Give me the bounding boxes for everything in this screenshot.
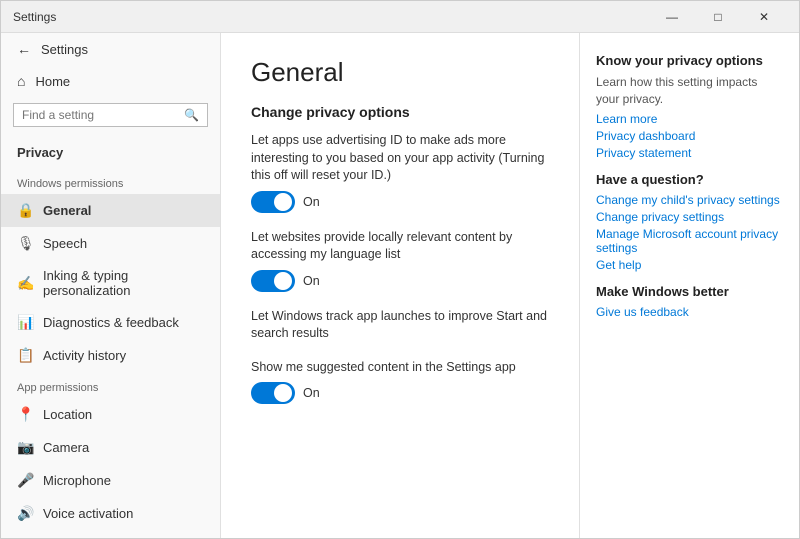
minimize-button[interactable]: — <box>649 1 695 33</box>
rp-question-title: Have a question? <box>596 172 783 187</box>
windows-permissions-label: Windows permissions <box>1 168 220 194</box>
setting-advertising: Let apps use advertising ID to make ads … <box>251 132 549 213</box>
rp-privacy-options-text: Learn how this setting impacts your priv… <box>596 74 783 108</box>
page-title: General <box>251 57 549 88</box>
rp-link-learn-more[interactable]: Learn more <box>596 112 783 126</box>
sidebar-item-camera[interactable]: 📷 Camera <box>1 431 220 464</box>
sidebar: ← Settings ⌂ Home 🔍 Privacy Windows perm… <box>1 33 221 538</box>
home-icon: ⌂ <box>17 73 25 89</box>
toggle-label-language: On <box>303 274 320 288</box>
search-input[interactable] <box>22 108 184 122</box>
back-label: Settings <box>41 42 88 57</box>
rp-link-change-privacy[interactable]: Change privacy settings <box>596 210 783 224</box>
setting-suggested: Show me suggested content in the Setting… <box>251 359 549 405</box>
camera-icon: 📷 <box>17 439 33 456</box>
rp-link-childs-privacy[interactable]: Change my child's privacy settings <box>596 193 783 207</box>
speech-icon: 🎙 <box>17 235 33 252</box>
setting-language: Let websites provide locally relevant co… <box>251 229 549 292</box>
main-content: ← Settings ⌂ Home 🔍 Privacy Windows perm… <box>1 33 799 538</box>
home-label: Home <box>35 74 70 89</box>
back-arrow-icon: ← <box>17 41 31 57</box>
sidebar-item-location[interactable]: 📍 Location <box>1 398 220 431</box>
right-panel: Know your privacy options Learn how this… <box>579 33 799 538</box>
sidebar-item-speech[interactable]: 🎙 Speech <box>1 227 220 260</box>
setting-desc-suggested: Show me suggested content in the Setting… <box>251 359 549 377</box>
close-button[interactable]: ✕ <box>741 1 787 33</box>
section-title: Change privacy options <box>251 104 549 120</box>
search-icon: 🔍 <box>184 108 199 122</box>
sidebar-item-label: Location <box>43 407 92 422</box>
toggle-knob-suggested <box>274 384 292 402</box>
setting-desc-language: Let websites provide locally relevant co… <box>251 229 549 264</box>
titlebar: Settings — □ ✕ <box>1 1 799 33</box>
sidebar-item-label: Inking & typing personalization <box>43 268 204 298</box>
rp-link-privacy-statement[interactable]: Privacy statement <box>596 146 783 160</box>
toggle-suggested[interactable] <box>251 382 295 404</box>
toggle-label-advertising: On <box>303 195 320 209</box>
toggle-advertising[interactable] <box>251 191 295 213</box>
setting-desc-advertising: Let apps use advertising ID to make ads … <box>251 132 549 185</box>
sidebar-item-label: General <box>43 203 91 218</box>
location-icon: 📍 <box>17 406 33 423</box>
maximize-button[interactable]: □ <box>695 1 741 33</box>
back-button[interactable]: ← Settings <box>1 33 220 65</box>
diagnostics-icon: 📊 <box>17 314 33 331</box>
sidebar-item-label: Camera <box>43 440 89 455</box>
toggle-language[interactable] <box>251 270 295 292</box>
main-panel: General Change privacy options Let apps … <box>221 33 579 538</box>
sidebar-item-activity[interactable]: 📋 Activity history <box>1 339 220 372</box>
rp-link-feedback[interactable]: Give us feedback <box>596 305 783 319</box>
window-title: Settings <box>13 10 649 24</box>
rp-link-get-help[interactable]: Get help <box>596 258 783 272</box>
rp-link-privacy-dashboard[interactable]: Privacy dashboard <box>596 129 783 143</box>
toggle-row-suggested: On <box>251 382 549 404</box>
toggle-knob-language <box>274 272 292 290</box>
setting-desc-tracking: Let Windows track app launches to improv… <box>251 308 549 343</box>
rp-better-title: Make Windows better <box>596 284 783 299</box>
sidebar-item-label: Voice activation <box>43 506 133 521</box>
sidebar-item-label: Speech <box>43 236 87 251</box>
window-controls: — □ ✕ <box>649 1 787 33</box>
toggle-row-language: On <box>251 270 549 292</box>
sidebar-item-general[interactable]: 🔒 General <box>1 194 220 227</box>
sidebar-item-voice[interactable]: 🔊 Voice activation <box>1 497 220 530</box>
rp-link-manage-account[interactable]: Manage Microsoft account privacy setting… <box>596 227 783 255</box>
sidebar-item-label: Activity history <box>43 348 126 363</box>
voice-icon: 🔊 <box>17 505 33 522</box>
activity-icon: 📋 <box>17 347 33 364</box>
rp-privacy-options-title: Know your privacy options <box>596 53 783 68</box>
sidebar-item-label: Microphone <box>43 473 111 488</box>
sidebar-item-microphone[interactable]: 🎤 Microphone <box>1 464 220 497</box>
setting-tracking: Let Windows track app launches to improv… <box>251 308 549 343</box>
home-nav-item[interactable]: ⌂ Home <box>1 65 220 97</box>
settings-window: Settings — □ ✕ ← Settings ⌂ Home 🔍 Priva… <box>0 0 800 539</box>
app-permissions-label: App permissions <box>1 372 220 398</box>
toggle-label-suggested: On <box>303 386 320 400</box>
search-box[interactable]: 🔍 <box>13 103 208 127</box>
inking-icon: ✍ <box>17 275 33 292</box>
general-icon: 🔒 <box>17 202 33 219</box>
microphone-icon: 🎤 <box>17 472 33 489</box>
toggle-row-advertising: On <box>251 191 549 213</box>
sidebar-item-inking[interactable]: ✍ Inking & typing personalization <box>1 260 220 306</box>
sidebar-item-diagnostics[interactable]: 📊 Diagnostics & feedback <box>1 306 220 339</box>
privacy-section-label: Privacy <box>1 137 220 168</box>
sidebar-item-label: Diagnostics & feedback <box>43 315 179 330</box>
toggle-knob-advertising <box>274 193 292 211</box>
